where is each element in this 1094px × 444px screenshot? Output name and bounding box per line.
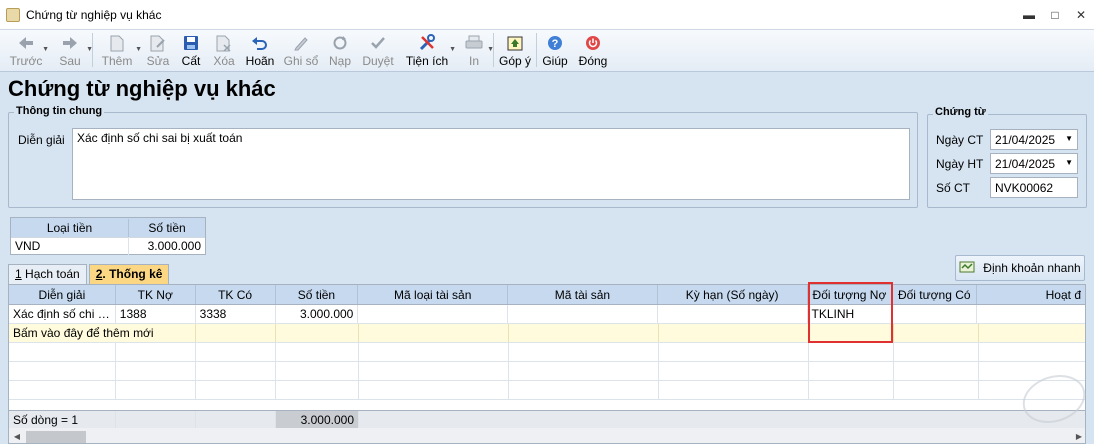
printer-icon [465, 33, 483, 53]
maximize-button[interactable]: □ [1042, 0, 1068, 30]
delete-button[interactable]: Xóa [207, 30, 241, 70]
save-button[interactable]: Cất [175, 30, 207, 70]
cell-asset-type-code[interactable] [358, 305, 509, 323]
page-title: Chứng từ nghiệp vụ khác [8, 76, 276, 101]
empty-row [9, 362, 1085, 381]
cell-debit-account[interactable]: 1388 [116, 305, 196, 323]
currency-table: Loại tiền Số tiền VND 3.000.000 [10, 217, 206, 255]
detail-tabs: 1 Hạch toán 2. Thống kê [8, 264, 171, 284]
arrow-left-icon [17, 33, 35, 53]
quick-entry-label: Định khoản nhanh [983, 261, 1081, 275]
date-label: Ngày CT [936, 133, 984, 147]
col-header-activity[interactable]: Hoạt đ [977, 285, 1085, 304]
arrow-right-icon [61, 33, 79, 53]
cell-credit-object[interactable] [892, 305, 978, 323]
date-value: 21/04/2025 [995, 133, 1056, 147]
save-icon [183, 33, 199, 53]
post-date-label: Ngày HT [936, 157, 984, 171]
col-header-description[interactable]: Diễn giải [9, 285, 116, 304]
chevron-down-icon: ▼ [1065, 158, 1073, 167]
col-header-asset-code[interactable]: Mã tài sản [508, 285, 658, 304]
new-document-icon [110, 33, 124, 53]
next-button[interactable]: Sau ▼ [48, 30, 93, 70]
cell-term-days[interactable] [658, 305, 808, 323]
utilities-button[interactable]: Tiện ích ▼ [399, 30, 456, 70]
col-header-credit-object[interactable]: Đối tượng Có [892, 285, 978, 304]
add-button[interactable]: Thêm ▼ [93, 30, 142, 70]
cell-asset-code[interactable] [508, 305, 658, 323]
refresh-icon [332, 33, 348, 53]
empty-row [9, 381, 1085, 400]
amount-header: Số tiền [148, 220, 186, 235]
col-header-debit-account[interactable]: TK Nợ [116, 285, 196, 304]
postpone-button[interactable]: Hoãn [241, 30, 279, 70]
power-icon [585, 33, 601, 53]
app-icon [6, 7, 20, 22]
footer-total: 3.000.000 [276, 411, 359, 428]
help-icon: ? [547, 33, 563, 53]
horizontal-scrollbar[interactable]: ◀ ▶ [9, 428, 1085, 444]
approve-button[interactable]: Duyệt [357, 30, 399, 70]
cell-credit-account[interactable]: 3338 [196, 305, 276, 323]
post-button[interactable]: Ghi sổ [279, 30, 323, 70]
tab-accounting[interactable]: 1 Hạch toán [8, 264, 87, 284]
voucher-label: Chứng từ [933, 106, 988, 118]
edit-button[interactable]: Sửa [141, 30, 175, 70]
col-header-amount[interactable]: Số tiền [276, 285, 359, 304]
highlight-box [808, 282, 893, 343]
title-bar: Chứng từ nghiệp vụ khác ▬ □ ✕ [0, 0, 1094, 30]
col-header-asset-type-code[interactable]: Mã loại tài sản [358, 285, 509, 304]
toolbar: Trước ▼ Sau ▼ Thêm ▼ Sửa Cất Xóa Hoãn Gh… [0, 30, 1094, 72]
date-picker[interactable]: 21/04/2025 ▼ [990, 129, 1078, 150]
print-button[interactable]: In ▼ [455, 30, 494, 70]
reload-button[interactable]: Nạp [323, 30, 357, 70]
grid-footer: Số dòng = 1 3.000.000 [9, 410, 1085, 428]
pencil-icon [293, 33, 309, 53]
row-count: Số dòng = 1 [9, 411, 116, 428]
checkmark-icon [370, 33, 386, 53]
detail-grid: Diễn giải TK Nợ TK Có Số tiền Mã loại tà… [8, 284, 1086, 444]
minimize-button[interactable]: ▬ [1016, 0, 1042, 30]
feedback-button[interactable]: Góp ý [494, 30, 536, 70]
quick-entry-button[interactable]: Định khoản nhanh [955, 255, 1085, 281]
cell-description[interactable]: Xác định số chi sa... [9, 305, 116, 323]
general-info-label: Thông tin chung [14, 105, 105, 117]
cell-amount[interactable]: 3.000.000 [276, 305, 359, 323]
close-window-button[interactable]: ✕ [1068, 0, 1094, 30]
undo-icon [251, 33, 269, 53]
prev-button[interactable]: Trước ▼ [4, 30, 49, 70]
empty-row [9, 343, 1085, 362]
add-new-hint: Bấm vào đây để thêm mới [13, 326, 154, 340]
currency-type-header: Loại tiền [11, 218, 129, 237]
cell-activity[interactable] [977, 305, 1085, 323]
description-input[interactable]: Xác định số chi sai bị xuất toán [72, 128, 910, 200]
scroll-left-icon[interactable]: ◀ [9, 429, 25, 444]
scroll-right-icon[interactable]: ▶ [1071, 429, 1085, 444]
tab-statistics[interactable]: 2. Thống kê [88, 264, 170, 284]
number-label: Số CT [936, 181, 971, 195]
help-button[interactable]: ? Giúp [537, 30, 573, 70]
delete-document-icon [216, 33, 232, 53]
table-row[interactable]: Xác định số chi sa... 1388 3338 3.000.00… [9, 305, 1085, 324]
svg-text:?: ? [552, 38, 559, 50]
amount-cell[interactable]: 3.000.000 [129, 237, 205, 255]
voucher-number-input[interactable]: NVK00062 [990, 177, 1078, 198]
window-title: Chứng từ nghiệp vụ khác [26, 7, 162, 22]
currency-type-cell[interactable]: VND [11, 237, 129, 255]
post-date-value: 21/04/2025 [995, 157, 1056, 171]
feedback-icon [507, 33, 523, 53]
add-new-row[interactable]: Bấm vào đây để thêm mới [9, 324, 1085, 343]
edit-document-icon [150, 33, 166, 53]
close-button[interactable]: Đóng [573, 30, 613, 70]
col-header-term-days[interactable]: Kỳ hạn (Số ngày) [658, 285, 808, 304]
chevron-down-icon: ▼ [1065, 134, 1073, 143]
post-date-picker[interactable]: 21/04/2025 ▼ [990, 153, 1078, 174]
description-label: Diễn giải [18, 133, 65, 147]
scroll-thumb[interactable] [26, 430, 86, 443]
col-header-credit-account[interactable]: TK Có [196, 285, 276, 304]
quick-entry-icon [959, 260, 975, 277]
tools-icon [418, 33, 436, 53]
